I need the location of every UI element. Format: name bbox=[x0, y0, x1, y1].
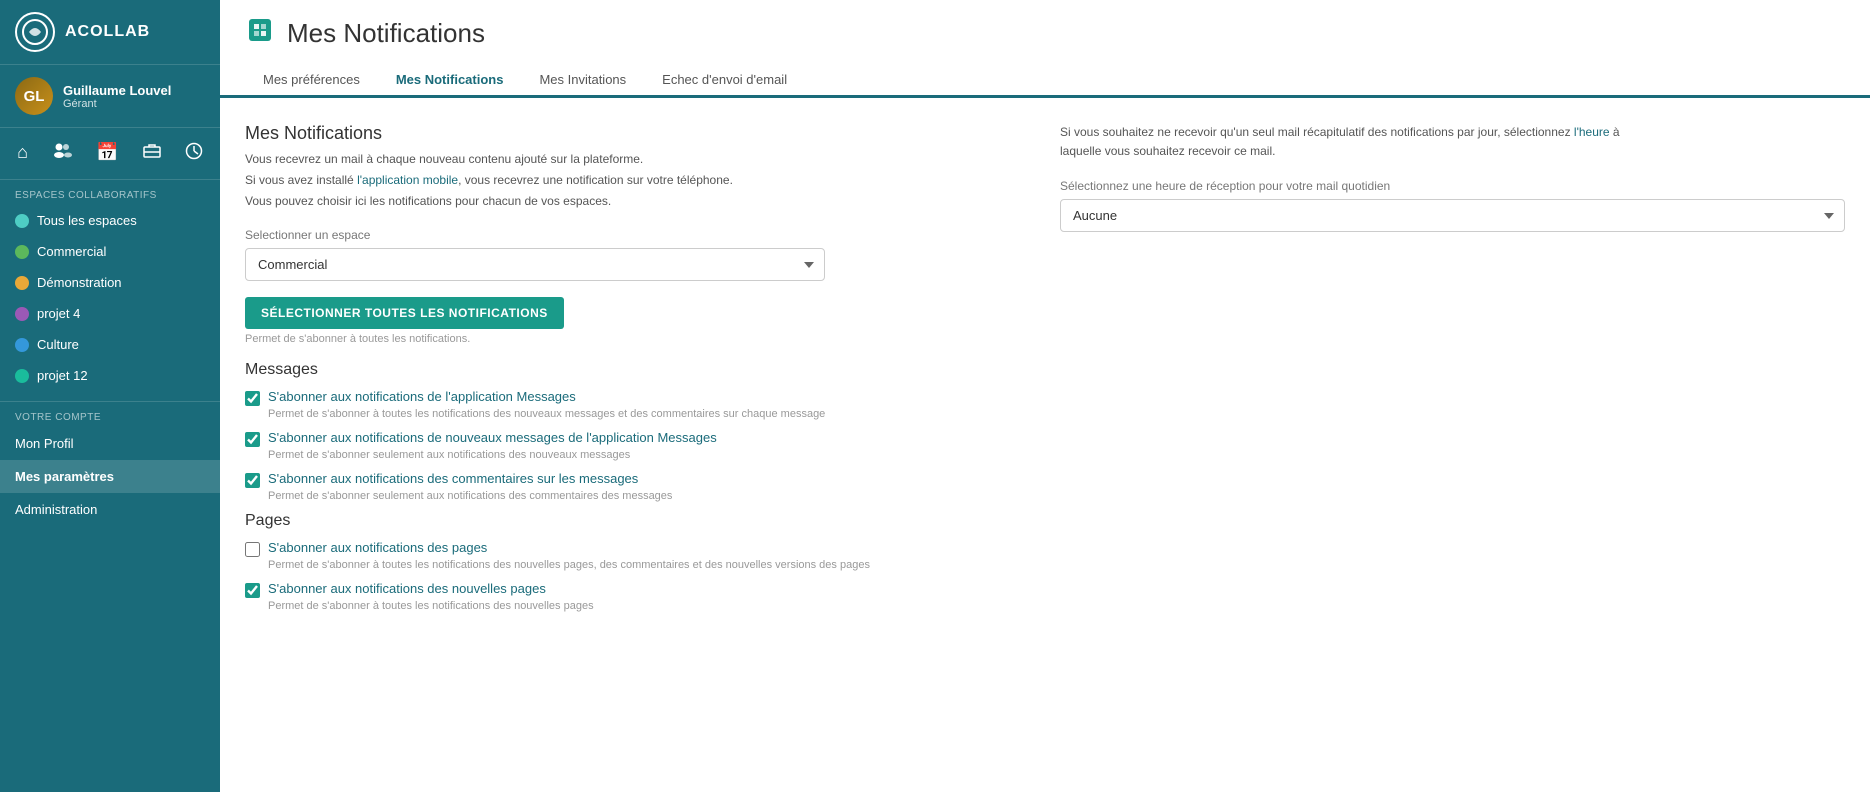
select-space-label: Selectionner un espace bbox=[245, 228, 1030, 242]
checkbox-page1: S'abonner aux notifications des pages Pe… bbox=[245, 540, 1030, 571]
checkbox-page2-desc: Permet de s'abonner à toutes les notific… bbox=[268, 600, 1030, 612]
left-column: Mes Notifications Vous recevrez un mail … bbox=[245, 123, 1030, 622]
votre-compte-label: VOTRE COMPTE bbox=[0, 402, 220, 427]
checkbox-msg2-label[interactable]: S'abonner aux notifications de nouveaux … bbox=[268, 430, 717, 445]
checkbox-msg1-input[interactable] bbox=[245, 391, 260, 406]
messages-group-title: Messages bbox=[245, 361, 1030, 379]
sidebar-item-projet12[interactable]: projet 12 bbox=[0, 360, 220, 391]
checkbox-msg2-desc: Permet de s'abonner seulement aux notifi… bbox=[268, 449, 1030, 461]
user-name: Guillaume Louvel bbox=[63, 83, 171, 98]
checkbox-msg1: S'abonner aux notifications de l'applica… bbox=[245, 389, 1030, 420]
space-select[interactable]: Commercial Démonstration projet 4 Cultur… bbox=[245, 248, 825, 281]
people-icon[interactable] bbox=[44, 138, 80, 169]
checkbox-msg1-desc: Permet de s'abonner à toutes les notific… bbox=[268, 408, 1030, 420]
checkbox-msg2-input[interactable] bbox=[245, 432, 260, 447]
checkbox-page1-desc: Permet de s'abonner à toutes les notific… bbox=[268, 559, 1030, 571]
user-role: Gérant bbox=[63, 98, 171, 110]
sidebar-item-culture[interactable]: Culture bbox=[0, 329, 220, 360]
sidebar-item-tous-les-espaces[interactable]: Tous les espaces bbox=[0, 205, 220, 236]
sidebar-item-commercial[interactable]: Commercial bbox=[0, 236, 220, 267]
desc-line2: Si vous avez installé l'application mobi… bbox=[245, 171, 1030, 189]
espaces-label: ESPACES COLLABORATIFS bbox=[0, 180, 220, 205]
sidebar-item-demonstration[interactable]: Démonstration bbox=[0, 267, 220, 298]
time-select-label: Sélectionnez une heure de réception pour… bbox=[1060, 179, 1845, 193]
checkbox-msg1-label[interactable]: S'abonner aux notifications de l'applica… bbox=[268, 389, 576, 404]
avatar: GL bbox=[15, 77, 53, 115]
logo-text: ACOLLAB bbox=[65, 23, 150, 41]
dot-projet4 bbox=[15, 307, 29, 321]
tab-mes-notifications[interactable]: Mes Notifications bbox=[378, 64, 522, 98]
select-all-notifications-button[interactable]: SÉLECTIONNER TOUTES LES NOTIFICATIONS bbox=[245, 297, 564, 329]
logo-area: ACOLLAB bbox=[15, 12, 150, 52]
nav-icons: ⌂ 📅 bbox=[0, 128, 220, 180]
calendar-icon[interactable]: 📅 bbox=[88, 138, 126, 169]
checkbox-msg3-desc: Permet de s'abonner seulement aux notifi… bbox=[268, 490, 1030, 502]
notifications-section-title: Mes Notifications bbox=[245, 123, 1030, 144]
checkbox-page2: S'abonner aux notifications des nouvelle… bbox=[245, 581, 1030, 612]
desc-line3: Vous pouvez choisir ici les notification… bbox=[245, 192, 1030, 210]
dot-culture bbox=[15, 338, 29, 352]
tab-echec-envoi-email[interactable]: Echec d'envoi d'email bbox=[644, 64, 805, 98]
page-title-area: Mes Notifications bbox=[245, 15, 1845, 52]
sidebar-item-projet4[interactable]: projet 4 bbox=[0, 298, 220, 329]
sidebar: ACOLLAB GL Guillaume Louvel Gérant ⌂ 📅 bbox=[0, 0, 220, 792]
content-grid: Mes Notifications Vous recevrez un mail … bbox=[245, 123, 1845, 622]
mes-parametres-item[interactable]: Mes paramètres bbox=[0, 460, 220, 493]
checkbox-page2-label[interactable]: S'abonner aux notifications des nouvelle… bbox=[268, 581, 546, 596]
notifications-icon bbox=[245, 15, 275, 52]
sidebar-item-label: projet 12 bbox=[37, 368, 88, 383]
desc-line1: Vous recevrez un mail à chaque nouveau c… bbox=[245, 150, 1030, 168]
checkbox-msg3-input[interactable] bbox=[245, 473, 260, 488]
checkbox-page1-input[interactable] bbox=[245, 542, 260, 557]
sidebar-header: ACOLLAB bbox=[0, 0, 220, 65]
dot-demonstration bbox=[15, 276, 29, 290]
time-select[interactable]: Aucune 00:00 01:00 02:00 06:00 07:00 08:… bbox=[1060, 199, 1845, 232]
right-column: Si vous souhaitez ne recevoir qu'un seul… bbox=[1060, 123, 1845, 622]
user-section: GL Guillaume Louvel Gérant bbox=[0, 65, 220, 128]
sidebar-item-label: Culture bbox=[37, 337, 79, 352]
mon-profil-item[interactable]: Mon Profil bbox=[0, 427, 220, 460]
administration-item[interactable]: Administration bbox=[0, 493, 220, 526]
checkbox-msg2: S'abonner aux notifications de nouveaux … bbox=[245, 430, 1030, 461]
logo-icon bbox=[15, 12, 55, 52]
user-info: Guillaume Louvel Gérant bbox=[63, 83, 171, 110]
votre-compte-section: VOTRE COMPTE Mon Profil Mes paramètres A… bbox=[0, 401, 220, 526]
checkbox-msg3: S'abonner aux notifications des commenta… bbox=[245, 471, 1030, 502]
sidebar-item-label: Commercial bbox=[37, 244, 106, 259]
checkbox-msg3-label[interactable]: S'abonner aux notifications des commenta… bbox=[268, 471, 638, 486]
home-icon[interactable]: ⌂ bbox=[9, 138, 36, 169]
content-area: Mes Notifications Vous recevrez un mail … bbox=[220, 98, 1870, 792]
main-area: Mes Notifications Mes préférences Mes No… bbox=[220, 0, 1870, 792]
briefcase-icon[interactable] bbox=[135, 138, 169, 169]
right-panel-desc: Si vous souhaitez ne recevoir qu'un seul… bbox=[1060, 123, 1660, 161]
checkbox-page1-label[interactable]: S'abonner aux notifications des pages bbox=[268, 540, 487, 555]
page-title: Mes Notifications bbox=[287, 18, 485, 49]
dot-tous-les-espaces bbox=[15, 214, 29, 228]
clock-icon[interactable] bbox=[177, 138, 211, 169]
tab-mes-invitations[interactable]: Mes Invitations bbox=[521, 64, 644, 98]
sidebar-item-label: projet 4 bbox=[37, 306, 80, 321]
tab-mes-preferences[interactable]: Mes préférences bbox=[245, 64, 378, 98]
dot-projet12 bbox=[15, 369, 29, 383]
dot-commercial bbox=[15, 245, 29, 259]
tabs: Mes préférences Mes Notifications Mes In… bbox=[245, 64, 1845, 95]
sidebar-item-label: Démonstration bbox=[37, 275, 122, 290]
checkbox-page2-input[interactable] bbox=[245, 583, 260, 598]
btn-hint: Permet de s'abonner à toutes les notific… bbox=[245, 333, 1030, 345]
sidebar-item-label: Tous les espaces bbox=[37, 213, 137, 228]
top-header: Mes Notifications Mes préférences Mes No… bbox=[220, 0, 1870, 98]
pages-group-title: Pages bbox=[245, 512, 1030, 530]
